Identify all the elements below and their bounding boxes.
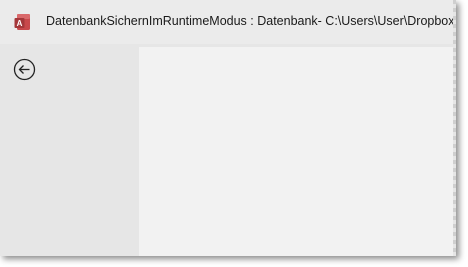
content-area xyxy=(139,47,456,256)
svg-text:A: A xyxy=(17,19,23,28)
back-arrow-icon[interactable] xyxy=(13,58,36,81)
app-window: A DatenbankSichernImRuntimeModus : Daten… xyxy=(0,0,456,256)
access-icon[interactable]: A xyxy=(14,13,32,31)
title-bar: A DatenbankSichernImRuntimeModus : Daten… xyxy=(0,0,456,44)
window-title: DatenbankSichernImRuntimeModus : Datenba… xyxy=(46,14,456,28)
